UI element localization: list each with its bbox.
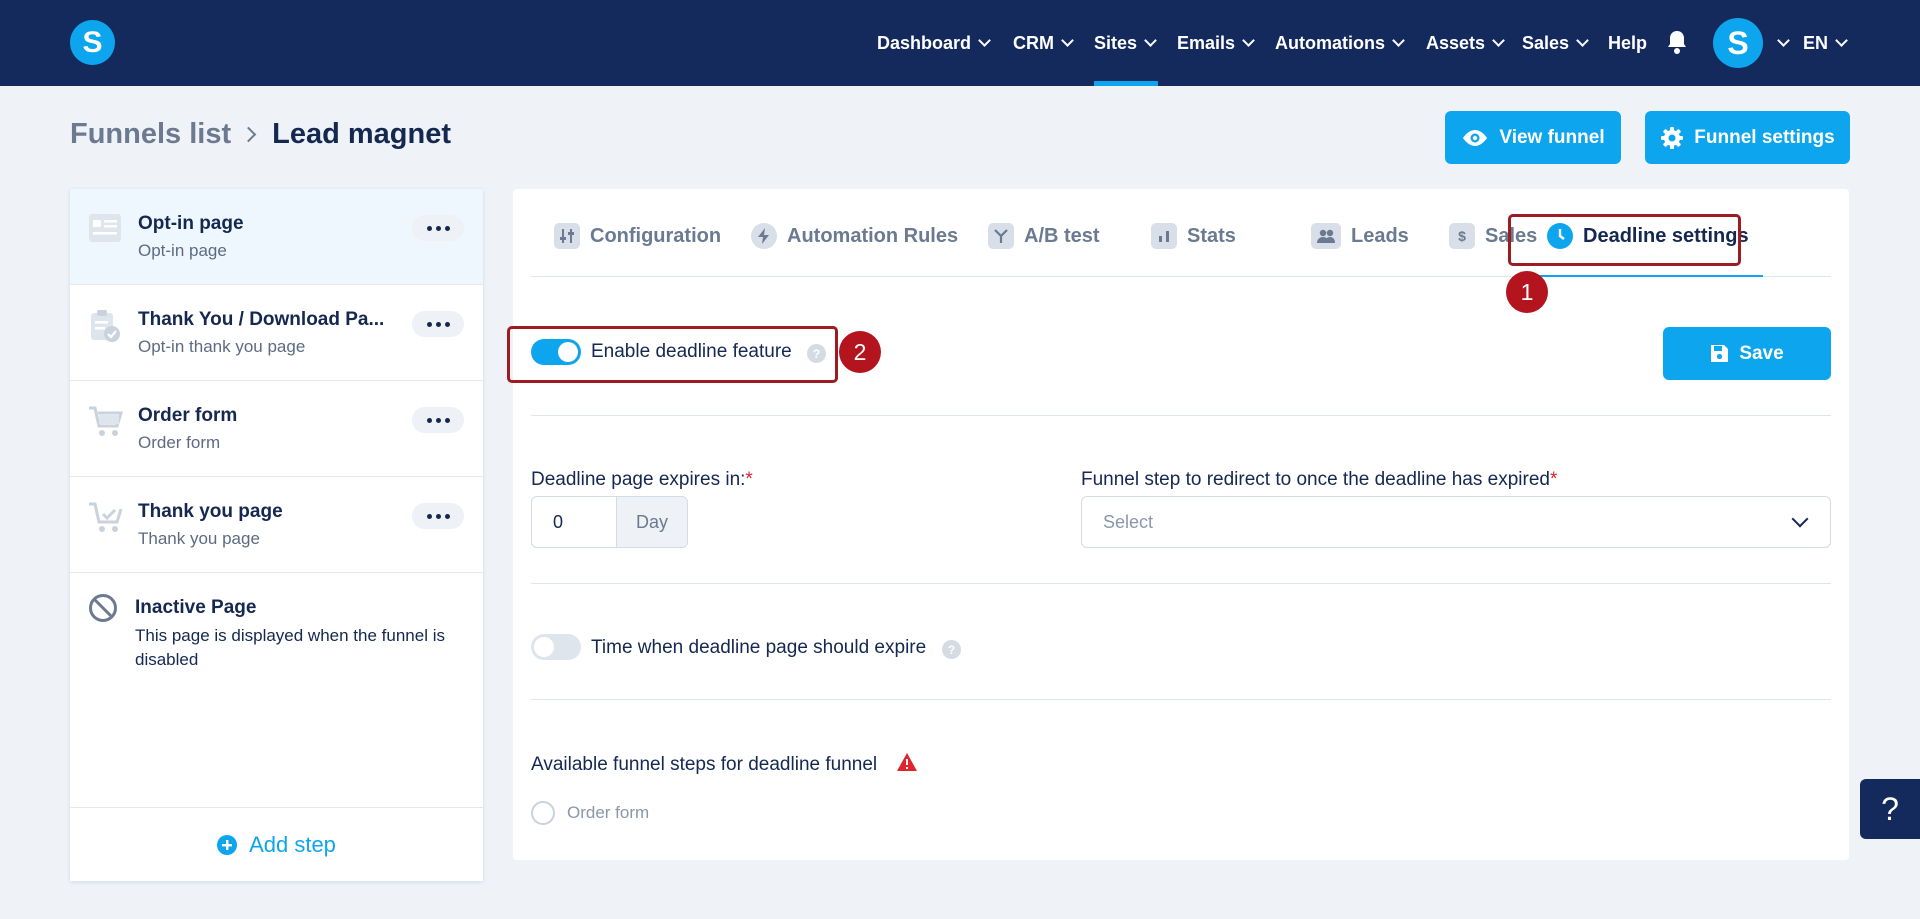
divider — [531, 583, 1831, 584]
tab-stats[interactable]: Stats — [1151, 221, 1236, 251]
expire-time-toggle[interactable] — [531, 634, 581, 660]
avatar-menu-toggle[interactable] — [1770, 0, 1790, 86]
annotation-marker-1: 1 — [1506, 271, 1548, 313]
breadcrumb: Funnels list Lead magnet — [70, 118, 451, 151]
plus-circle-icon — [217, 834, 238, 855]
users-icon — [1311, 223, 1341, 249]
nav-item-help[interactable]: Help — [1608, 0, 1647, 86]
expires-input-group: 0 Day — [531, 496, 688, 548]
tab-ab-test[interactable]: A/B test — [988, 221, 1100, 251]
user-avatar[interactable]: S — [1713, 18, 1763, 68]
dollar-icon: $ — [1449, 223, 1475, 249]
chevron-down-icon — [1791, 510, 1809, 528]
available-steps-label: Available funnel steps for deadline funn… — [531, 754, 878, 775]
nav-item-automations[interactable]: Automations — [1275, 0, 1405, 86]
warning-icon — [897, 753, 917, 771]
available-step-order-form-label: Order form — [567, 803, 650, 822]
step-item-thank-you-page[interactable]: Thank you page Thank you page — [70, 477, 483, 573]
clipboard-check-icon — [91, 310, 120, 342]
chevron-down-icon — [1576, 34, 1589, 47]
divider — [531, 415, 1831, 416]
expire-time-label: Time when deadline page should expire — [591, 637, 927, 658]
nav-item-assets[interactable]: Assets — [1426, 0, 1505, 86]
step-subtitle: Opt-in page — [138, 241, 227, 260]
tab-automation-rules[interactable]: Automation Rules — [751, 221, 958, 251]
nav-item-dashboard[interactable]: Dashboard — [877, 0, 991, 86]
notification-bell-icon[interactable] — [1665, 29, 1689, 55]
step-title: Opt-in page — [138, 213, 244, 234]
redirect-step-select[interactable]: Select — [1081, 496, 1831, 548]
step-subtitle: Opt-in thank you page — [138, 337, 306, 356]
floppy-disk-icon — [1711, 345, 1729, 362]
funnel-steps-panel: Opt-in page Opt-in page Thank You / Down… — [70, 189, 483, 881]
breadcrumb-funnels-list[interactable]: Funnels list — [70, 118, 231, 151]
sliders-icon — [554, 223, 580, 249]
step-more-button[interactable] — [412, 407, 464, 433]
eye-icon — [1463, 129, 1488, 146]
chevron-down-icon — [1492, 34, 1505, 47]
step-more-button[interactable] — [412, 215, 464, 241]
tab-leads[interactable]: Leads — [1311, 221, 1409, 251]
save-button[interactable]: Save — [1663, 327, 1831, 380]
chevron-down-icon — [1242, 34, 1255, 47]
redirect-step-label: Funnel step to redirect to once the dead… — [1081, 469, 1558, 490]
page-title: Lead magnet — [272, 118, 452, 150]
available-step-order-form-radio[interactable] — [531, 801, 555, 825]
divider — [531, 699, 1831, 700]
gear-icon — [1661, 126, 1684, 149]
split-icon — [988, 223, 1014, 249]
step-item-thank-you-download[interactable]: Thank You / Download Pa... Opt-in thank … — [70, 285, 483, 381]
annotation-highlight-deadline-tab — [1508, 214, 1741, 266]
expires-label: Deadline page expires in:* — [531, 469, 753, 490]
step-item-opt-in-page[interactable]: Opt-in page Opt-in page — [70, 189, 483, 285]
step-title: Thank you page — [138, 501, 283, 522]
annotation-marker-2: 2 — [839, 331, 881, 373]
step-title: Order form — [138, 405, 238, 426]
expires-unit: Day — [616, 497, 687, 547]
help-icon[interactable]: ? — [942, 640, 961, 659]
brand-logo[interactable]: S — [70, 20, 115, 65]
nav-item-sites[interactable]: Sites — [1094, 0, 1157, 86]
top-navigation-bar: S Dashboard CRM Sites Emails Automations… — [0, 0, 1920, 86]
deadline-settings-panel: Configuration Automation Rules A/B test … — [507, 189, 1849, 860]
step-subtitle: Thank you page — [138, 529, 260, 548]
tab-configuration[interactable]: Configuration — [554, 221, 721, 251]
language-selector[interactable]: EN — [1803, 0, 1848, 86]
funnel-settings-button[interactable]: Funnel settings — [1645, 111, 1850, 164]
add-step-button[interactable]: Add step — [70, 807, 483, 881]
chevron-down-icon — [1777, 34, 1790, 47]
chevron-down-icon — [978, 34, 991, 47]
chevron-right-icon — [240, 126, 257, 143]
disabled-icon — [89, 594, 117, 622]
opt-in-page-icon — [89, 214, 121, 242]
cart-check-icon — [89, 502, 123, 532]
step-title: Thank You / Download Pa... — [138, 309, 385, 330]
nav-active-indicator — [1094, 81, 1158, 86]
step-more-button[interactable] — [412, 311, 464, 337]
cart-icon — [89, 406, 124, 436]
step-item-order-form[interactable]: Order form Order form — [70, 381, 483, 477]
expires-value-input[interactable]: 0 — [532, 497, 616, 547]
chevron-down-icon — [1835, 34, 1848, 47]
chevron-down-icon — [1061, 34, 1074, 47]
nav-item-crm[interactable]: CRM — [1013, 0, 1074, 86]
step-subtitle: Order form — [138, 433, 221, 452]
nav-item-emails[interactable]: Emails — [1177, 0, 1255, 86]
chevron-down-icon — [1392, 34, 1405, 47]
bar-chart-icon — [1151, 223, 1177, 249]
step-more-button[interactable] — [412, 503, 464, 529]
help-fab-button[interactable]: ? — [1860, 779, 1920, 839]
active-tab-indicator — [1527, 275, 1763, 277]
bolt-icon — [751, 223, 777, 249]
inactive-page-title[interactable]: Inactive Page — [135, 597, 256, 619]
chevron-down-icon — [1144, 34, 1157, 47]
view-funnel-button[interactable]: View funnel — [1445, 111, 1621, 164]
annotation-highlight-enable-deadline — [507, 326, 838, 383]
nav-item-sales[interactable]: Sales — [1522, 0, 1589, 86]
inactive-page-description: This page is displayed when the funnel i… — [135, 626, 445, 669]
